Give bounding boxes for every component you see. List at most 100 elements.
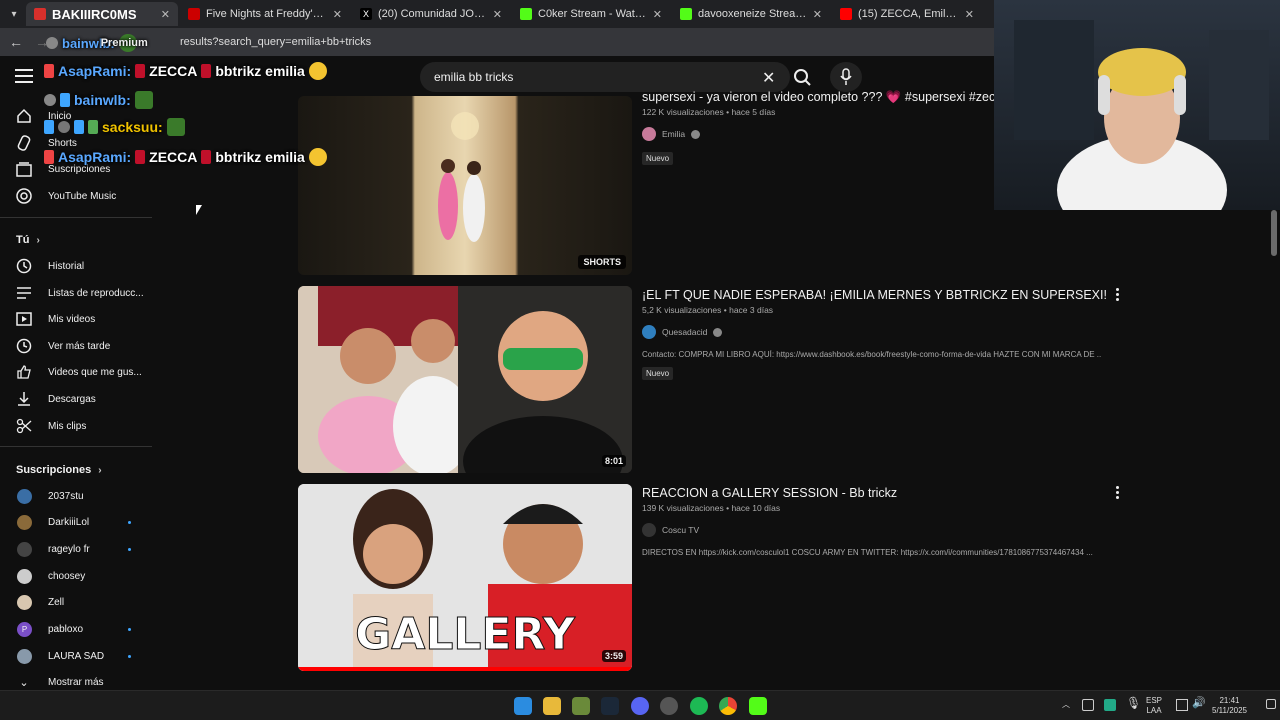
discord-icon[interactable] [631, 697, 649, 715]
video-thumbnail[interactable]: 8:01 [298, 286, 632, 473]
chat-badge-icon [74, 120, 84, 134]
sidebar-item-label: Mis videos [48, 313, 96, 325]
language-indicator[interactable]: ESP LAA [1146, 696, 1162, 716]
chevron-right-icon: › [98, 465, 102, 476]
clock-icon [16, 338, 32, 354]
app-icon[interactable] [572, 697, 590, 715]
voice-search-button[interactable] [830, 62, 862, 92]
sidebar-sub-item[interactable]: DarkiiiLol [0, 510, 154, 534]
chat-badge-icon [44, 150, 54, 164]
subscriptions-section-title[interactable]: Suscripciones › [16, 464, 102, 476]
chevron-up-icon[interactable]: ︿ [1062, 700, 1070, 710]
avatar [642, 523, 656, 537]
obs-icon[interactable] [660, 697, 678, 715]
sidebar-item-mis-videos[interactable]: Mis videos [0, 307, 154, 331]
microphone-icon[interactable]: 🎙 [1126, 697, 1141, 709]
search-input[interactable]: emilia bb tricks [420, 62, 790, 92]
channel-link[interactable]: Quesadacid [642, 325, 723, 339]
tab-5[interactable]: (15) ZECCA, Emilia, Bb trickz - ( ✕ [832, 2, 982, 26]
more-options-icon[interactable] [1116, 288, 1120, 301]
tab-close-icon[interactable]: ✕ [493, 8, 502, 21]
tab-search-icon[interactable]: ▾ [4, 4, 24, 24]
chrome-icon[interactable] [719, 697, 737, 715]
chat-badge-icon [88, 120, 98, 134]
age: hace 3 días [729, 305, 774, 315]
clock[interactable]: 21:41 5/11/2025 [1212, 696, 1247, 716]
chat-message: bbtrikz emilia [215, 63, 305, 79]
premium-text: Premium [100, 37, 148, 49]
tab-close-icon[interactable]: ✕ [653, 8, 662, 21]
sidebar-item-label: Ver más tarde [48, 340, 111, 352]
emote-icon [135, 150, 146, 164]
youtube-logo-icon [840, 8, 852, 20]
sidebar-item-videos-que-me-gustan[interactable]: Videos que me gus... [0, 360, 154, 384]
chat-line: AsapRami: ZECCA bbtrikz emilia [44, 62, 327, 80]
you-title-text: Tú [16, 234, 30, 246]
steam-icon[interactable] [601, 697, 619, 715]
tab-title: C0ker Stream - Watch Live on K [538, 8, 647, 20]
scrollbar-thumb[interactable] [1271, 210, 1277, 256]
kick-logo-icon [680, 8, 692, 20]
search-button[interactable] [786, 64, 820, 90]
tray-app-icon[interactable] [1082, 699, 1094, 711]
history-icon [16, 258, 32, 274]
date-text: 5/11/2025 [1212, 706, 1247, 715]
sidebar-item-ver-mas-tarde[interactable]: Ver más tarde [0, 334, 154, 358]
download-icon [16, 391, 32, 407]
duration-badge: 3:59 [601, 650, 626, 662]
chat-user: bainwlb: [74, 92, 131, 108]
live-dot [128, 654, 131, 658]
you-section-title[interactable]: Tú › [16, 234, 40, 246]
sidebar-sub-item[interactable]: 2037stu [0, 484, 154, 508]
tab-2[interactable]: X (20) Comunidad JOSEO EXCLU ✕ [352, 2, 510, 26]
scrollbar[interactable] [1268, 210, 1280, 690]
channel-link[interactable]: Emilia [642, 127, 701, 141]
video-title[interactable]: ¡EL FT QUE NADIE ESPERABA! ¡EMILIA MERNE… [642, 288, 1107, 302]
menu-icon[interactable] [14, 66, 34, 86]
views: 139 K visualizaciones [642, 503, 724, 513]
sidebar-item-mis-clips[interactable]: Mis clips [0, 414, 154, 438]
spotify-icon[interactable] [690, 697, 708, 715]
channel-link[interactable]: Coscu TV [642, 523, 699, 537]
channel-name: Coscu TV [662, 525, 700, 535]
sidebar-sub-item[interactable]: Zell [0, 590, 154, 614]
sidebar-item-label: Listas de reproducc... [48, 287, 143, 299]
more-options-icon[interactable] [1116, 486, 1120, 499]
kick-icon[interactable] [749, 697, 767, 715]
file-explorer-icon[interactable] [543, 697, 561, 715]
sidebar-item-youtube-music[interactable]: YouTube Music [0, 184, 154, 208]
sidebar-sub-item[interactable]: LAURA SAD [0, 644, 154, 668]
video-title[interactable]: REACCION a GALLERY SESSION - Bb trickz [642, 486, 897, 500]
time-text: 21:41 [1219, 696, 1240, 705]
sidebar-sub-item[interactable]: rageylo fr [0, 537, 154, 561]
chat-line: bainwlb: [44, 91, 153, 109]
sidebar-sub-item[interactable]: choosey [0, 564, 154, 588]
chat-badge-icon [44, 120, 54, 134]
chat-user: AsapRami: [58, 149, 132, 165]
microphone-icon [840, 68, 852, 85]
sub-label: Zell [48, 596, 65, 608]
age: hace 10 días [731, 503, 781, 513]
sidebar-item-descargas[interactable]: Descargas [0, 387, 154, 411]
sidebar-item-listas[interactable]: Listas de reproducc... [0, 281, 154, 305]
tray-app-icon[interactable] [1104, 699, 1116, 711]
volume-icon[interactable]: 🔊 [1192, 698, 1206, 709]
tab-close-icon[interactable]: ✕ [813, 8, 822, 21]
chat-line: sacksuu: [44, 118, 185, 136]
back-arrow-icon[interactable]: ← [8, 34, 24, 50]
tab-4[interactable]: davooxeneize Stream - Watch L ✕ [672, 2, 830, 26]
webcam-feed [994, 0, 1280, 210]
notifications-icon[interactable] [1266, 699, 1276, 709]
tab-close-icon[interactable]: ✕ [965, 8, 974, 21]
emote-icon [201, 150, 212, 164]
tab-3[interactable]: C0ker Stream - Watch Live on K ✕ [512, 2, 670, 26]
live-dot [128, 520, 131, 524]
sidebar-item-historial[interactable]: Historial [0, 254, 154, 278]
clear-search-icon[interactable]: ✕ [762, 68, 775, 88]
avatar [17, 648, 32, 664]
network-icon[interactable] [1176, 699, 1188, 711]
video-thumbnail[interactable]: GALLERY 3:59 [298, 484, 632, 671]
sidebar-sub-item[interactable]: P pabloxo [0, 617, 154, 641]
start-icon[interactable] [514, 697, 532, 715]
avatar: P [17, 621, 32, 637]
